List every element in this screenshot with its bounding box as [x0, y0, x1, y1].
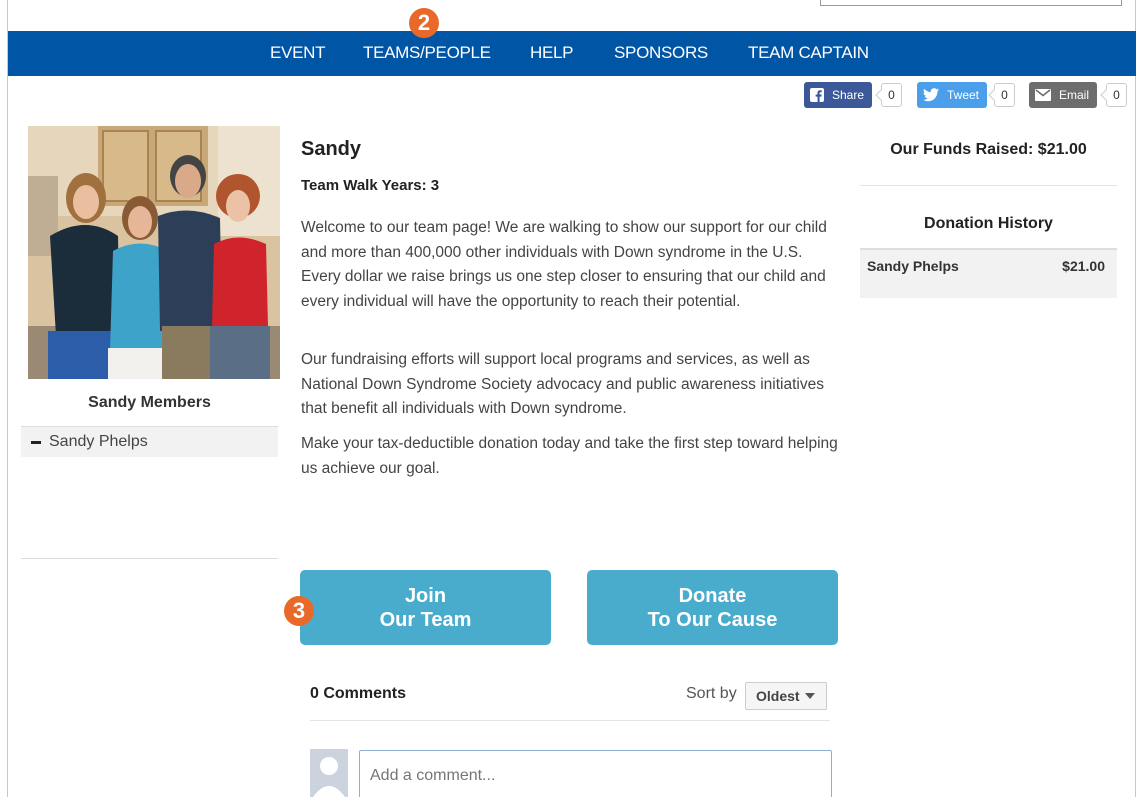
- header-search-box[interactable]: [820, 0, 1122, 6]
- team-description-paragraph-2: Our fundraising efforts will support loc…: [301, 351, 824, 417]
- member-name: Sandy Phelps: [49, 433, 148, 450]
- sort-dropdown[interactable]: Oldest: [745, 682, 827, 710]
- donation-history-title: Donation History: [924, 215, 1053, 232]
- envelope-icon: [1035, 89, 1051, 101]
- left-divider: [21, 558, 278, 559]
- facebook-share-count: 0: [881, 83, 902, 107]
- donate-button[interactable]: Donate To Our Cause: [587, 570, 838, 645]
- twitter-tweet-button[interactable]: Tweet: [917, 82, 988, 108]
- email-share-label: Email: [1059, 88, 1090, 102]
- funds-raised: Our Funds Raised: $21.00: [890, 141, 1087, 158]
- step-marker-3: 3: [284, 596, 314, 626]
- team-walk-years: Team Walk Years: 3: [301, 177, 440, 194]
- nav-item-team-captain[interactable]: TEAM CAPTAIN: [748, 43, 869, 63]
- donor-name: Sandy Phelps: [867, 258, 959, 274]
- right-divider: [860, 185, 1117, 186]
- team-photo: [28, 126, 280, 379]
- team-description-paragraph-1: Welcome to our team page! We are walking…: [301, 219, 827, 310]
- donation-amount: $21.00: [1062, 258, 1105, 274]
- nav-item-sponsors[interactable]: SPONSORS: [614, 43, 708, 63]
- email-share-button[interactable]: Email: [1029, 82, 1098, 108]
- twitter-bird-icon: [923, 88, 939, 102]
- collapse-dash-icon: [31, 440, 41, 444]
- donate-label-line2: To Our Cause: [647, 609, 778, 631]
- facebook-icon: [810, 88, 824, 102]
- member-list-item[interactable]: Sandy Phelps: [21, 426, 278, 457]
- main-nav: EVENT TEAMS/PEOPLE HELP SPONSORS TEAM CA…: [8, 31, 1136, 76]
- nav-item-help[interactable]: HELP: [530, 43, 574, 63]
- sort-selected-value: Oldest: [756, 688, 800, 704]
- donate-label-line1: Donate: [678, 585, 747, 607]
- caret-down-icon: [804, 693, 815, 699]
- comment-input[interactable]: [359, 750, 832, 797]
- members-title: Sandy Members: [88, 394, 211, 411]
- nav-item-event[interactable]: EVENT: [270, 43, 325, 63]
- team-description-paragraph-3: Make your tax-deductible donation today …: [301, 435, 838, 477]
- twitter-tweet-count: 0: [994, 83, 1015, 107]
- email-share-count: 0: [1106, 83, 1127, 107]
- comments-count: 0 Comments: [310, 685, 407, 702]
- donation-history-list: Sandy Phelps $21.00: [860, 248, 1117, 298]
- avatar: [310, 749, 348, 797]
- team-name: Sandy: [301, 138, 362, 160]
- join-team-label-line2: Our Team: [379, 609, 472, 631]
- facebook-share-button[interactable]: Share: [804, 82, 873, 108]
- comments-divider: [310, 720, 830, 721]
- nav-item-teams-people[interactable]: TEAMS/PEOPLE: [363, 43, 491, 63]
- twitter-tweet-label: Tweet: [947, 88, 980, 102]
- join-team-button[interactable]: Join Our Team: [300, 570, 551, 645]
- sort-label: Sort by: [686, 685, 737, 702]
- join-team-label-line1: Join: [404, 585, 447, 607]
- facebook-share-label: Share: [832, 88, 865, 102]
- step-marker-2: 2: [409, 8, 439, 38]
